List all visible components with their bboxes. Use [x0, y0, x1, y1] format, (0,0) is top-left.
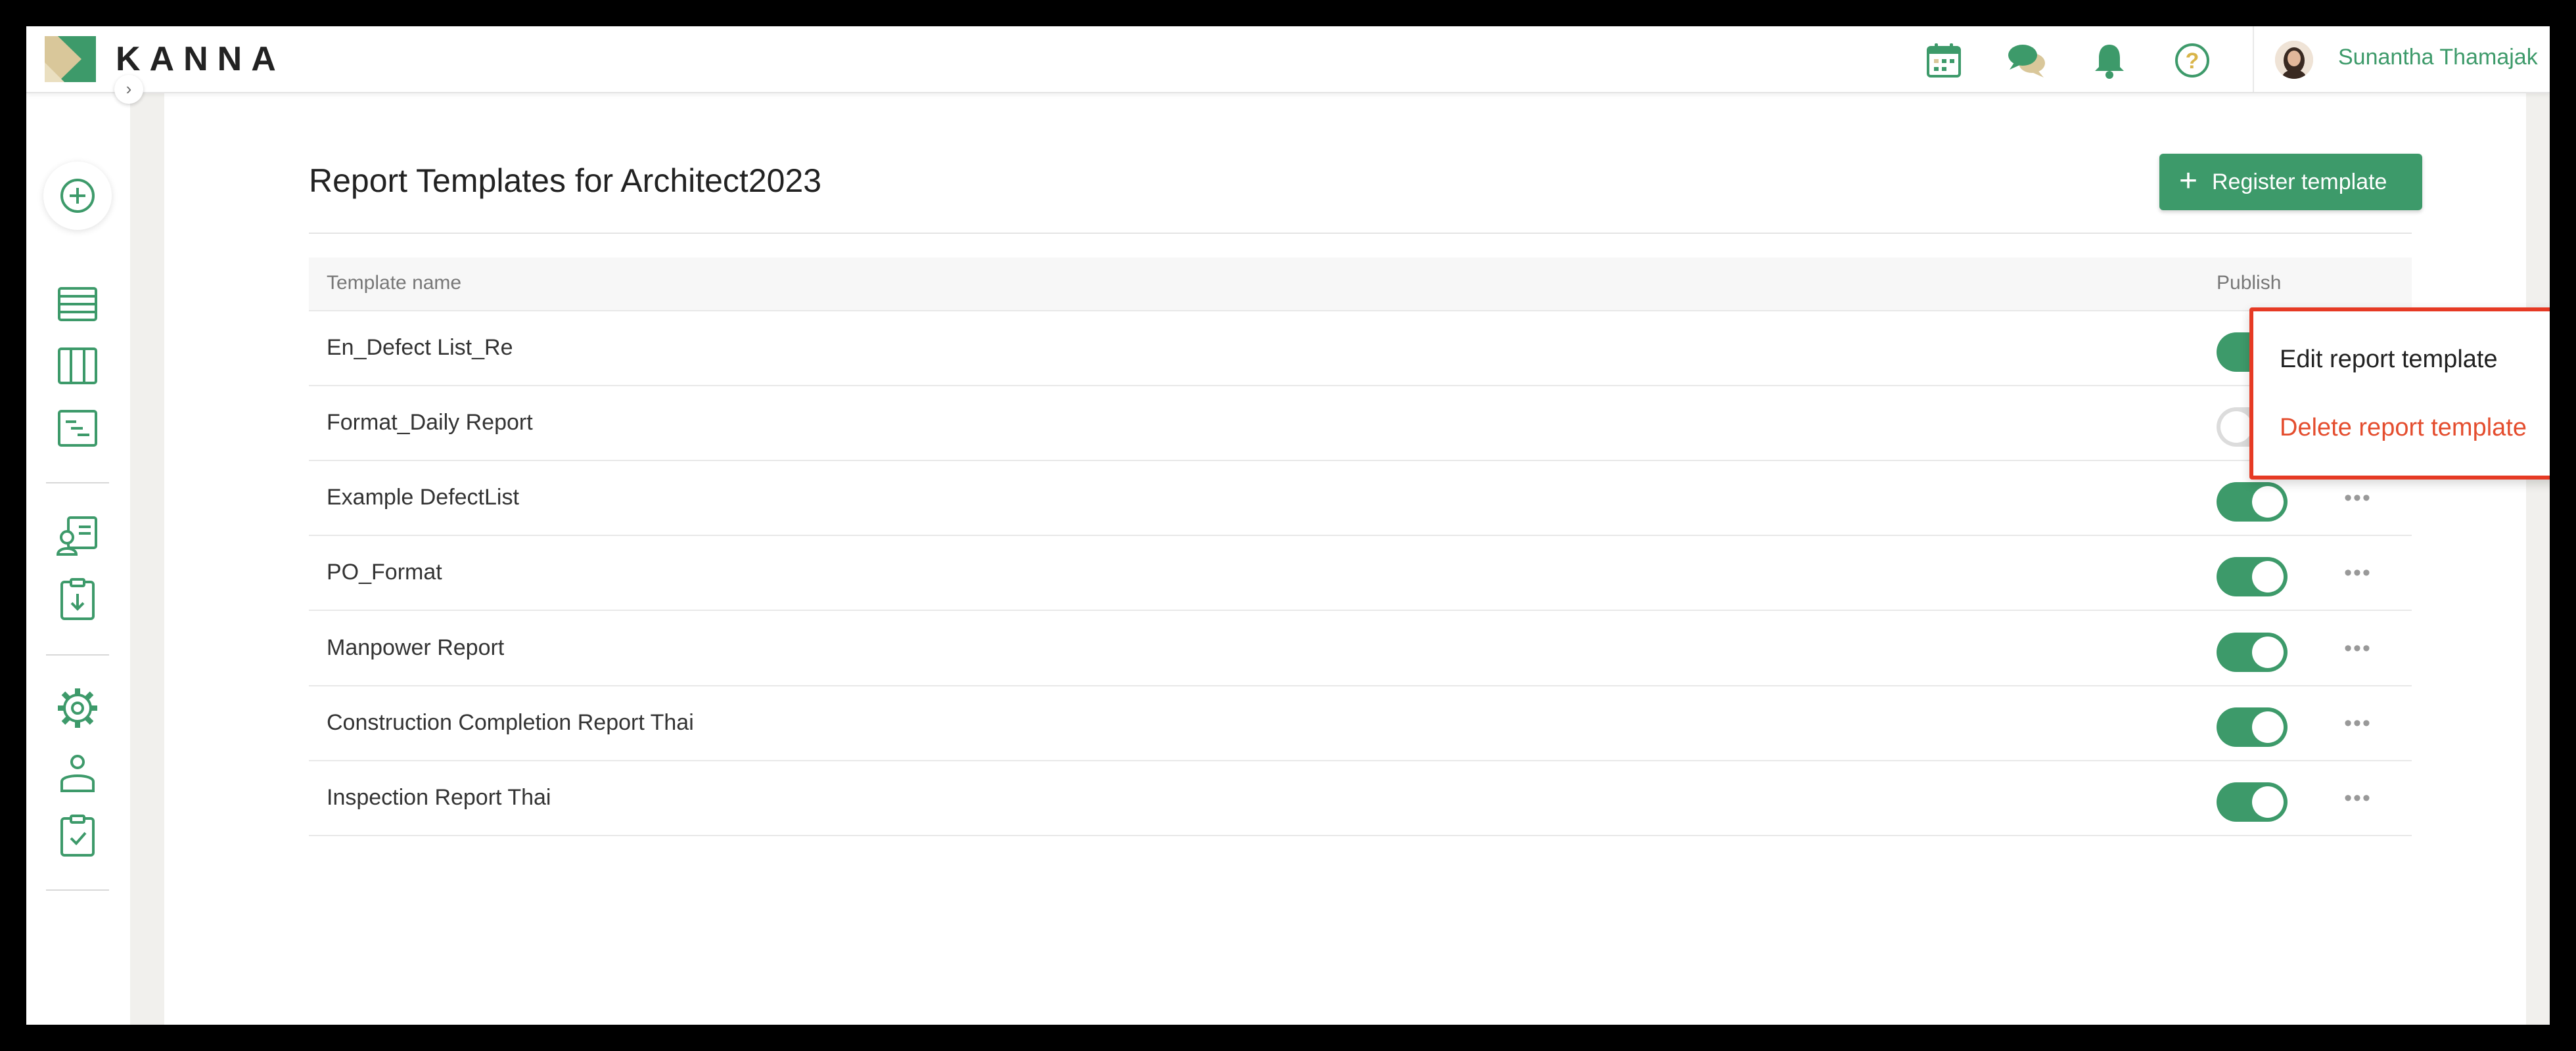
- table-row[interactable]: En_Defect List_Re •••: [309, 311, 2412, 386]
- sidebar-collapse-button[interactable]: ›: [114, 75, 143, 104]
- toggle-knob: [2252, 561, 2284, 593]
- table-row[interactable]: Manpower Report •••: [309, 612, 2412, 686]
- more-options-icon[interactable]: •••: [2338, 485, 2378, 511]
- top-header: KANNA ? Sunantha Thamajak: [26, 26, 2550, 93]
- template-name[interactable]: Manpower Report: [327, 635, 504, 661]
- plus-icon: +: [2179, 164, 2198, 198]
- publish-toggle[interactable]: [2217, 782, 2288, 822]
- table-row[interactable]: Construction Completion Report Thai •••: [309, 686, 2412, 761]
- header-divider: [2253, 26, 2254, 92]
- edit-report-template-item[interactable]: Edit report template: [2280, 346, 2498, 374]
- template-name[interactable]: Construction Completion Report Thai: [327, 710, 694, 736]
- register-template-label: Register template: [2212, 169, 2387, 194]
- page-title: Report Templates for Architect2023: [309, 162, 822, 199]
- toggle-knob: [2220, 411, 2252, 443]
- title-divider: [309, 233, 2412, 234]
- kanna-logo[interactable]: KANNA: [45, 36, 285, 82]
- board-icon[interactable]: [53, 341, 103, 391]
- table-row[interactable]: PO_Format •••: [309, 536, 2412, 611]
- help-icon[interactable]: ?: [2171, 39, 2213, 81]
- publish-toggle[interactable]: [2217, 482, 2288, 522]
- sidebar-divider: [46, 889, 109, 891]
- checklist-icon[interactable]: [53, 811, 103, 861]
- calendar-icon[interactable]: [1923, 39, 1965, 81]
- template-name[interactable]: Inspection Report Thai: [327, 785, 551, 811]
- main-content: Report Templates for Architect2023 + Reg…: [164, 93, 2526, 1025]
- delete-report-template-item[interactable]: Delete report template: [2280, 414, 2527, 442]
- svg-text:?: ?: [2186, 49, 2199, 74]
- bell-icon[interactable]: [2088, 39, 2130, 81]
- publish-toggle[interactable]: [2217, 633, 2288, 672]
- left-sidebar: [26, 93, 130, 1025]
- gantt-icon[interactable]: [53, 403, 103, 453]
- more-options-icon[interactable]: •••: [2338, 560, 2378, 586]
- toggle-knob: [2252, 711, 2284, 743]
- user-name[interactable]: Sunantha Thamajak: [2338, 45, 2538, 70]
- publish-toggle[interactable]: [2217, 557, 2288, 596]
- table-row[interactable]: Inspection Report Thai •••: [309, 761, 2412, 836]
- chat-icon[interactable]: [2006, 39, 2048, 81]
- avatar[interactable]: [2275, 41, 2313, 79]
- app-window: KANNA ? Sunantha Thamajak › Report Templ…: [26, 26, 2550, 1025]
- template-name[interactable]: Format_Daily Report: [327, 410, 533, 436]
- more-options-icon[interactable]: •••: [2338, 635, 2378, 661]
- table-row[interactable]: Example DefectList •••: [309, 461, 2412, 536]
- list-icon[interactable]: [53, 279, 103, 329]
- more-options-icon[interactable]: •••: [2338, 785, 2378, 811]
- contact-icon[interactable]: [53, 511, 103, 561]
- sidebar-divider: [46, 654, 109, 656]
- column-header-template-name: Template name: [327, 272, 462, 294]
- table-row[interactable]: Format_Daily Report •••: [309, 386, 2412, 461]
- add-icon[interactable]: [43, 162, 112, 230]
- template-name[interactable]: Example DefectList: [327, 485, 519, 510]
- toggle-knob: [2252, 637, 2284, 668]
- more-options-icon[interactable]: •••: [2338, 710, 2378, 736]
- register-template-button[interactable]: + Register template: [2159, 154, 2422, 210]
- template-name[interactable]: En_Defect List_Re: [327, 335, 513, 361]
- download-clipboard-icon[interactable]: [53, 574, 103, 624]
- toggle-knob: [2252, 486, 2284, 518]
- settings-icon[interactable]: [53, 683, 103, 733]
- sidebar-divider: [46, 482, 109, 483]
- table-header: Template name Publish: [309, 257, 2412, 311]
- user-icon[interactable]: [53, 748, 103, 797]
- column-header-publish: Publish: [2217, 272, 2282, 294]
- toggle-knob: [2252, 786, 2284, 818]
- publish-toggle[interactable]: [2217, 707, 2288, 747]
- kanna-logo-mark: [45, 36, 96, 82]
- brand-name: KANNA: [116, 40, 285, 78]
- chevron-right-icon: ›: [126, 79, 132, 99]
- template-context-menu: Edit report template Delete report templ…: [2249, 307, 2550, 480]
- template-name[interactable]: PO_Format: [327, 560, 442, 585]
